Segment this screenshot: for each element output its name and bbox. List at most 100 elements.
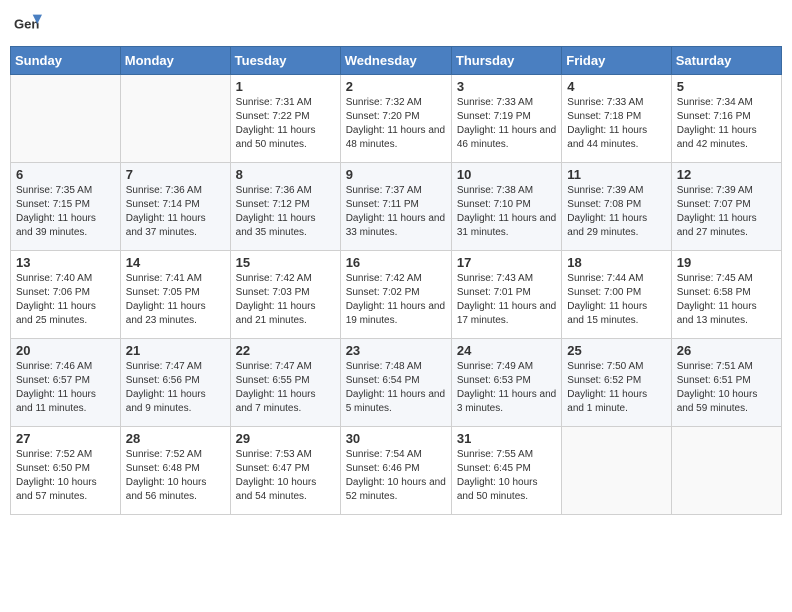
day-info: Sunrise: 7:50 AM Sunset: 6:52 PM Dayligh… [567,360,665,416]
weekday-header-thursday: Thursday [451,47,561,75]
day-info: Sunrise: 7:31 AM Sunset: 7:22 PM Dayligh… [236,96,335,152]
day-number: 14 [126,255,225,270]
day-info: Sunrise: 7:49 AM Sunset: 6:53 PM Dayligh… [457,360,556,416]
day-info: Sunrise: 7:52 AM Sunset: 6:50 PM Dayligh… [16,448,115,504]
day-info: Sunrise: 7:36 AM Sunset: 7:12 PM Dayligh… [236,184,335,240]
calendar-week-row: 13 Sunrise: 7:40 AM Sunset: 7:06 PM Dayli… [11,251,782,339]
calendar-cell: 28Sunrise: 7:52 AM Sunset: 6:48 PM Dayli… [120,427,230,515]
day-info: Sunrise: 7:47 AM Sunset: 6:56 PM Dayligh… [126,360,225,416]
calendar-cell: 11 Sunrise: 7:39 AM Sunset: 7:08 PM Dayli… [562,163,671,251]
calendar-cell: 18 Sunrise: 7:44 AM Sunset: 7:00 PM Dayli… [562,251,671,339]
calendar-week-row: 1Sunrise: 7:31 AM Sunset: 7:22 PM Daylig… [11,75,782,163]
day-info: Sunrise: 7:40 AM Sunset: 7:06 PM Dayligh… [16,272,115,328]
day-info: Sunrise: 7:53 AM Sunset: 6:47 PM Dayligh… [236,448,335,504]
calendar-cell [671,427,781,515]
day-number: 16 [346,255,446,270]
calendar-week-row: 27 Sunrise: 7:52 AM Sunset: 6:50 PM Dayli… [11,427,782,515]
day-info: Sunrise: 7:32 AM Sunset: 7:20 PM Dayligh… [346,96,446,152]
calendar-cell: 3 Sunrise: 7:33 AM Sunset: 7:19 PM Daylig… [451,75,561,163]
day-number: 21 [126,343,225,358]
calendar-cell: 9 Sunrise: 7:37 AM Sunset: 7:11 PM Daylig… [340,163,451,251]
calendar-cell: 16Sunrise: 7:42 AM Sunset: 7:02 PM Dayli… [340,251,451,339]
day-info: Sunrise: 7:37 AM Sunset: 7:11 PM Dayligh… [346,184,446,240]
day-number: 18 [567,255,665,270]
calendar-cell: 7 Sunrise: 7:36 AM Sunset: 7:14 PM Daylig… [120,163,230,251]
day-number: 31 [457,431,556,446]
logo-icon: Gen [14,10,42,38]
weekday-header-sunday: Sunday [11,47,121,75]
calendar-cell [120,75,230,163]
day-number: 10 [457,167,556,182]
day-number: 9 [346,167,446,182]
day-number: 15 [236,255,335,270]
weekday-header-saturday: Saturday [671,47,781,75]
day-info: Sunrise: 7:41 AM Sunset: 7:05 PM Dayligh… [126,272,225,328]
calendar-cell: 17 Sunrise: 7:43 AM Sunset: 7:01 PM Dayli… [451,251,561,339]
calendar-cell: 29 Sunrise: 7:53 AM Sunset: 6:47 PM Dayli… [230,427,340,515]
page-header: Gen [10,10,782,38]
day-number: 23 [346,343,446,358]
calendar-cell: 5 Sunrise: 7:34 AM Sunset: 7:16 PM Daylig… [671,75,781,163]
day-number: 7 [126,167,225,182]
day-number: 3 [457,79,556,94]
calendar-cell [11,75,121,163]
calendar-cell: 25 Sunrise: 7:50 AM Sunset: 6:52 PM Dayli… [562,339,671,427]
day-info: Sunrise: 7:51 AM Sunset: 6:51 PM Dayligh… [677,360,776,416]
calendar-cell: 10 Sunrise: 7:38 AM Sunset: 7:10 PM Dayli… [451,163,561,251]
weekday-header-friday: Friday [562,47,671,75]
day-info: Sunrise: 7:42 AM Sunset: 7:03 PM Dayligh… [236,272,335,328]
calendar-cell: 8 Sunrise: 7:36 AM Sunset: 7:12 PM Daylig… [230,163,340,251]
calendar-cell: 31 Sunrise: 7:55 AM Sunset: 6:45 PM Dayli… [451,427,561,515]
calendar-cell: 24 Sunrise: 7:49 AM Sunset: 6:53 PM Dayli… [451,339,561,427]
day-info: Sunrise: 7:33 AM Sunset: 7:18 PM Dayligh… [567,96,665,152]
day-info: Sunrise: 7:44 AM Sunset: 7:00 PM Dayligh… [567,272,665,328]
calendar-cell: 13 Sunrise: 7:40 AM Sunset: 7:06 PM Dayli… [11,251,121,339]
day-number: 25 [567,343,665,358]
day-number: 30 [346,431,446,446]
day-info: Sunrise: 7:43 AM Sunset: 7:01 PM Dayligh… [457,272,556,328]
day-info: Sunrise: 7:55 AM Sunset: 6:45 PM Dayligh… [457,448,556,504]
day-info: Sunrise: 7:47 AM Sunset: 6:55 PM Dayligh… [236,360,335,416]
calendar-week-row: 20 Sunrise: 7:46 AM Sunset: 6:57 PM Dayli… [11,339,782,427]
weekday-header-monday: Monday [120,47,230,75]
day-info: Sunrise: 7:39 AM Sunset: 7:07 PM Dayligh… [677,184,776,240]
day-number: 4 [567,79,665,94]
day-info: Sunrise: 7:46 AM Sunset: 6:57 PM Dayligh… [16,360,115,416]
weekday-header-wednesday: Wednesday [340,47,451,75]
day-number: 29 [236,431,335,446]
day-number: 20 [16,343,115,358]
calendar-cell: 19Sunrise: 7:45 AM Sunset: 6:58 PM Dayli… [671,251,781,339]
day-info: Sunrise: 7:36 AM Sunset: 7:14 PM Dayligh… [126,184,225,240]
calendar-cell: 14 Sunrise: 7:41 AM Sunset: 7:05 PM Dayli… [120,251,230,339]
calendar-cell: 6Sunrise: 7:35 AM Sunset: 7:15 PM Daylig… [11,163,121,251]
calendar-cell: 30 Sunrise: 7:54 AM Sunset: 6:46 PM Dayli… [340,427,451,515]
day-info: Sunrise: 7:48 AM Sunset: 6:54 PM Dayligh… [346,360,446,416]
calendar-cell [562,427,671,515]
day-number: 17 [457,255,556,270]
day-number: 22 [236,343,335,358]
calendar-table: SundayMondayTuesdayWednesdayThursdayFrid… [10,46,782,515]
day-number: 13 [16,255,115,270]
calendar-header-row: SundayMondayTuesdayWednesdayThursdayFrid… [11,47,782,75]
day-info: Sunrise: 7:39 AM Sunset: 7:08 PM Dayligh… [567,184,665,240]
day-number: 24 [457,343,556,358]
calendar-cell: 15 Sunrise: 7:42 AM Sunset: 7:03 PM Dayli… [230,251,340,339]
day-number: 11 [567,167,665,182]
calendar-cell: 20 Sunrise: 7:46 AM Sunset: 6:57 PM Dayli… [11,339,121,427]
day-info: Sunrise: 7:54 AM Sunset: 6:46 PM Dayligh… [346,448,446,504]
day-number: 28 [126,431,225,446]
day-number: 8 [236,167,335,182]
day-info: Sunrise: 7:33 AM Sunset: 7:19 PM Dayligh… [457,96,556,152]
calendar-cell: 23 Sunrise: 7:48 AM Sunset: 6:54 PM Dayli… [340,339,451,427]
day-info: Sunrise: 7:38 AM Sunset: 7:10 PM Dayligh… [457,184,556,240]
day-number: 26 [677,343,776,358]
day-info: Sunrise: 7:34 AM Sunset: 7:16 PM Dayligh… [677,96,776,152]
day-number: 5 [677,79,776,94]
day-number: 27 [16,431,115,446]
calendar-cell: 1Sunrise: 7:31 AM Sunset: 7:22 PM Daylig… [230,75,340,163]
calendar-cell: 27 Sunrise: 7:52 AM Sunset: 6:50 PM Dayli… [11,427,121,515]
calendar-cell: 4 Sunrise: 7:33 AM Sunset: 7:18 PM Daylig… [562,75,671,163]
calendar-week-row: 6Sunrise: 7:35 AM Sunset: 7:15 PM Daylig… [11,163,782,251]
day-info: Sunrise: 7:35 AM Sunset: 7:15 PM Dayligh… [16,184,115,240]
day-number: 2 [346,79,446,94]
